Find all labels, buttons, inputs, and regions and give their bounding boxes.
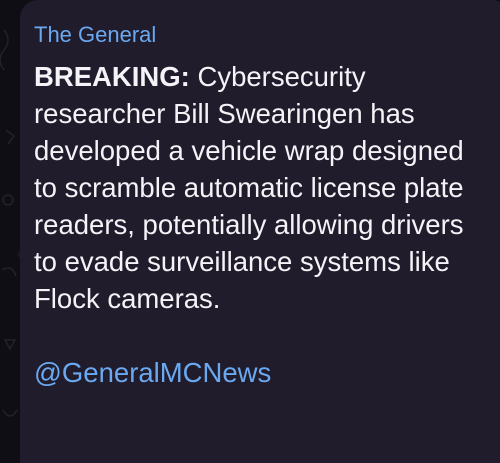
message-bubble[interactable]: The General BREAKING: Cybersecurity rese… [20, 0, 500, 463]
chat-wallpaper-doodle [0, 29, 18, 417]
message-text: BREAKING: Cybersecurity researcher Bill … [34, 58, 482, 317]
message-body: Cybersecurity researcher Bill Swearingen… [34, 61, 464, 314]
channel-handle-link[interactable]: @GeneralMCNews [34, 354, 500, 391]
chat-view: The General BREAKING: Cybersecurity rese… [0, 0, 500, 463]
breaking-label: BREAKING: [34, 61, 190, 92]
sender-name[interactable]: The General [34, 22, 500, 48]
